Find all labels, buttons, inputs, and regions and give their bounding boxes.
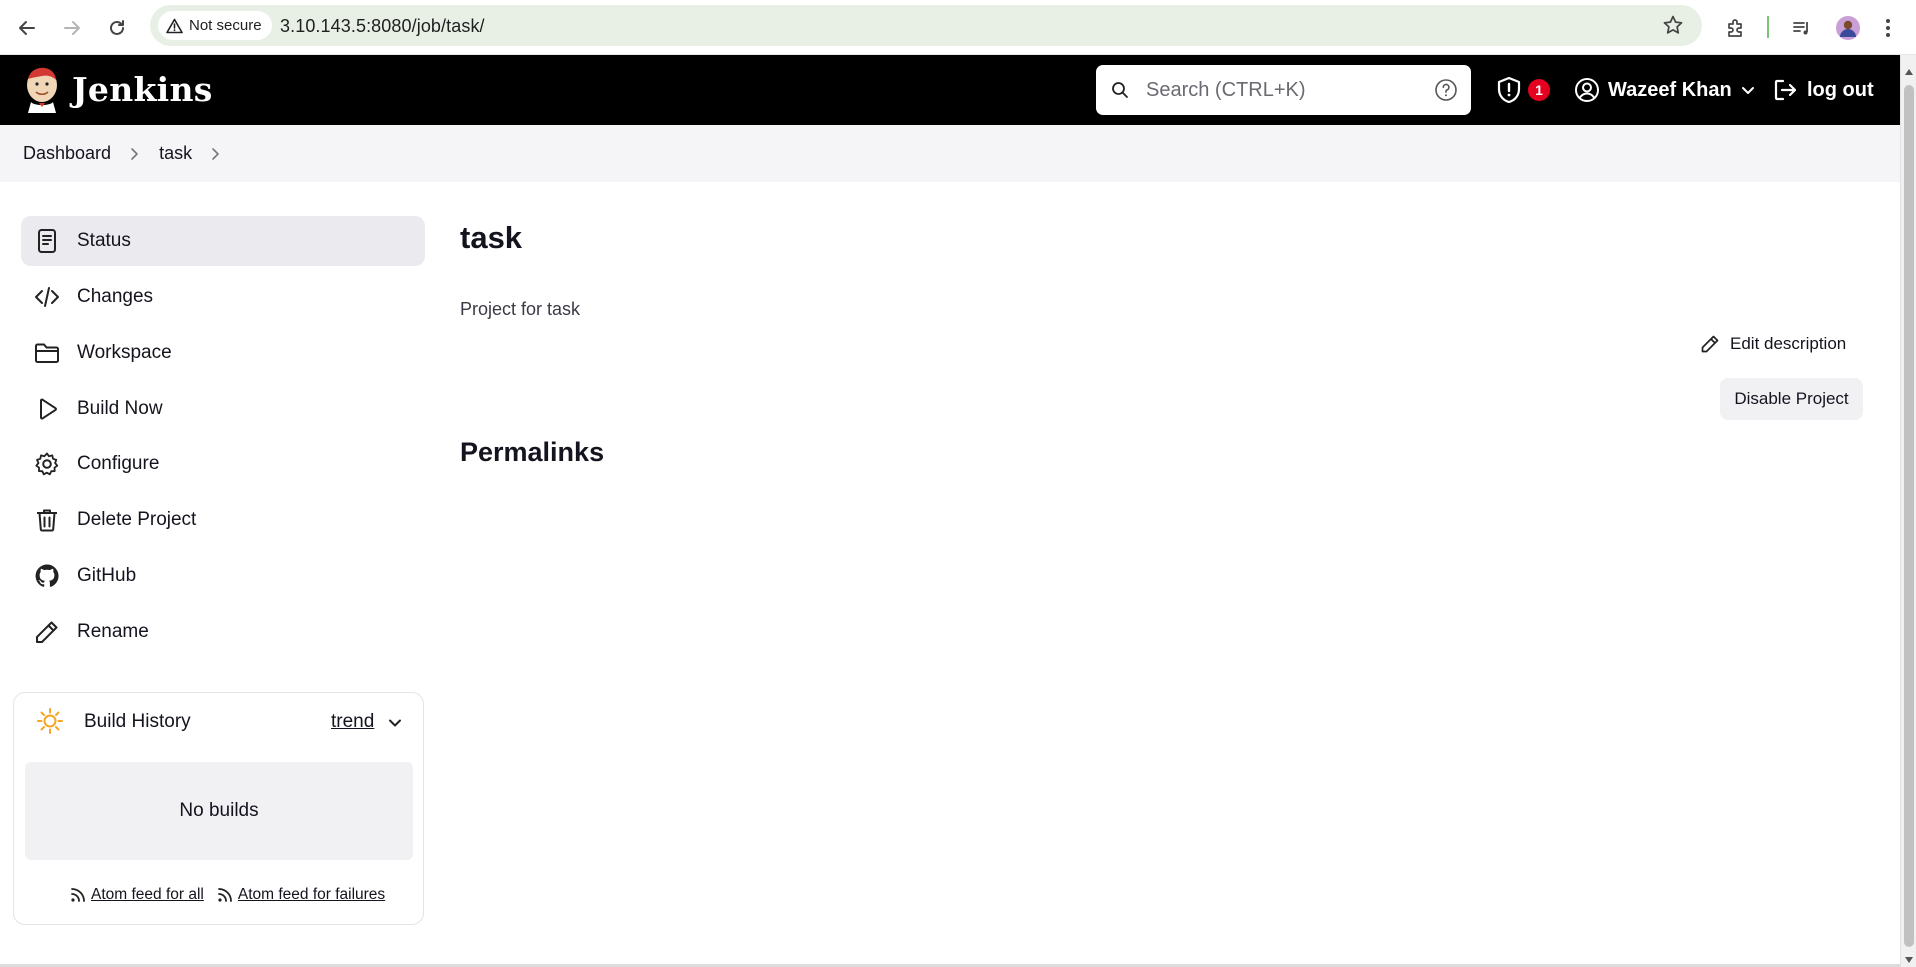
star-icon: [1663, 15, 1683, 34]
profile-button[interactable]: [1830, 10, 1866, 46]
url-text[interactable]: 3.10.143.5:8080/job/task/: [280, 16, 485, 37]
disable-project-button[interactable]: Disable Project: [1720, 378, 1863, 420]
page-title: task: [460, 220, 523, 255]
permalinks-heading: Permalinks: [460, 437, 605, 467]
github-icon: [35, 564, 59, 587]
project-description: Project for task: [460, 299, 581, 319]
security-count-badge: 1: [1528, 79, 1550, 101]
chevron-down-icon: [1741, 87, 1754, 94]
sidebar-item-workspace[interactable]: Workspace: [21, 328, 425, 378]
forward-button[interactable]: [54, 10, 90, 46]
no-builds-text: No builds: [179, 800, 259, 821]
user-icon: [1575, 78, 1599, 102]
no-builds-panel: No builds: [25, 762, 413, 860]
sidebar-item-build-now[interactable]: Build Now: [21, 384, 425, 434]
page-scrollbar[interactable]: [1900, 55, 1916, 967]
folder-icon: [35, 343, 59, 363]
search-icon: [1112, 82, 1128, 98]
user-name: Wazeef Khan: [1608, 78, 1732, 101]
breadcrumb-bar: Dashboard task: [0, 125, 1900, 182]
puzzle-icon: [1728, 19, 1742, 37]
security-chip[interactable]: Not secure: [158, 11, 272, 40]
shield-icon: [1497, 76, 1521, 104]
rss-icon: [217, 888, 232, 902]
warning-icon: [166, 18, 183, 33]
browser-toolbar: Not secure 3.10.143.5:8080/job/task/: [0, 0, 1916, 55]
chevron-down-icon[interactable]: [387, 715, 403, 731]
trash-icon: [37, 509, 57, 532]
scroll-thumb[interactable]: [1904, 85, 1914, 947]
security-label: Not secure: [189, 17, 262, 34]
edit-description-label: Edit description: [1730, 334, 1847, 353]
gear-icon: [35, 452, 59, 476]
arrow-right-icon: [64, 21, 80, 35]
scroll-up-arrow-icon[interactable]: [1905, 69, 1913, 75]
edit-description-link[interactable]: Edit description: [1700, 334, 1846, 354]
media-queue-icon: [1793, 22, 1808, 35]
breadcrumb-task[interactable]: task: [159, 143, 192, 164]
sidebar-item-label: Configure: [77, 453, 160, 474]
kebab-menu-icon: [1886, 19, 1890, 37]
user-menu[interactable]: Wazeef Khan: [1574, 55, 1756, 125]
jenkins-home-link[interactable]: Jenkins: [22, 65, 213, 113]
bookmark-button[interactable]: [1662, 14, 1684, 36]
sidebar-item-label: GitHub: [77, 565, 137, 586]
sidebar-item-label: Build Now: [77, 398, 163, 419]
build-history-card: Build History trend No builds Atom feed …: [13, 692, 424, 925]
sidebar-item-label: Delete Project: [77, 509, 197, 530]
pencil-icon: [1701, 335, 1719, 353]
search-input[interactable]: [1146, 75, 1416, 105]
security-alerts-button[interactable]: 1: [1496, 55, 1550, 125]
jenkins-header: Jenkins 1 Wazeef Khan log out: [0, 55, 1900, 125]
logout-label: log out: [1807, 78, 1874, 101]
atom-feed-all-link[interactable]: Atom feed for all: [91, 886, 204, 904]
feed-all[interactable]: Atom feed for all: [69, 886, 204, 904]
sidebar-item-label: Workspace: [77, 342, 172, 363]
logout-link[interactable]: log out: [1772, 55, 1874, 125]
reload-button[interactable]: [99, 10, 135, 46]
extensions-button[interactable]: [1718, 10, 1754, 46]
sidebar-item-label: Changes: [77, 286, 154, 307]
logout-icon: [1774, 79, 1797, 101]
breadcrumb-dashboard[interactable]: Dashboard: [23, 143, 111, 164]
jenkins-logo-icon: [27, 67, 57, 113]
pencil-icon: [36, 621, 58, 643]
atom-feed-failures-link[interactable]: Atom feed for failures: [238, 886, 385, 904]
play-icon: [40, 398, 57, 420]
sidebar-item-rename[interactable]: Rename: [21, 607, 425, 657]
build-history-title: Build History: [84, 711, 191, 732]
sidebar-item-label: Rename: [77, 621, 149, 642]
atom-feeds: Atom feed for all Atom feed for failures: [69, 886, 385, 904]
sidebar-item-delete-project[interactable]: Delete Project: [21, 495, 425, 545]
rss-icon: [71, 888, 85, 902]
feed-failures[interactable]: Atom feed for failures: [216, 886, 385, 904]
arrow-left-icon: [19, 21, 35, 35]
media-button[interactable]: [1784, 10, 1820, 46]
sun-icon: [37, 708, 63, 734]
sidebar-item-configure[interactable]: Configure: [21, 439, 425, 489]
chevron-right-icon[interactable]: [210, 147, 222, 161]
code-icon: [35, 287, 59, 307]
scroll-down-arrow-icon[interactable]: [1905, 957, 1913, 963]
address-bar[interactable]: Not secure 3.10.143.5:8080/job/task/: [150, 5, 1702, 46]
help-icon[interactable]: [1434, 78, 1458, 102]
sidebar-item-status[interactable]: Status: [21, 216, 425, 266]
browser-menu-button[interactable]: [1876, 10, 1900, 46]
avatar: [1836, 16, 1860, 40]
trend-link[interactable]: trend: [331, 711, 374, 733]
sidebar-item-github[interactable]: GitHub: [21, 551, 425, 601]
search-box[interactable]: [1096, 65, 1471, 115]
chevron-right-icon[interactable]: [129, 147, 141, 161]
sidebar-item-label: Status: [77, 230, 131, 251]
brand-name: Jenkins: [72, 69, 213, 109]
reload-icon: [110, 20, 124, 35]
breadcrumb: Dashboard task: [23, 125, 222, 182]
back-button[interactable]: [9, 10, 45, 46]
toolbar-divider: [1767, 16, 1769, 38]
status-icon: [38, 229, 56, 253]
sidebar-item-changes[interactable]: Changes: [21, 272, 425, 322]
